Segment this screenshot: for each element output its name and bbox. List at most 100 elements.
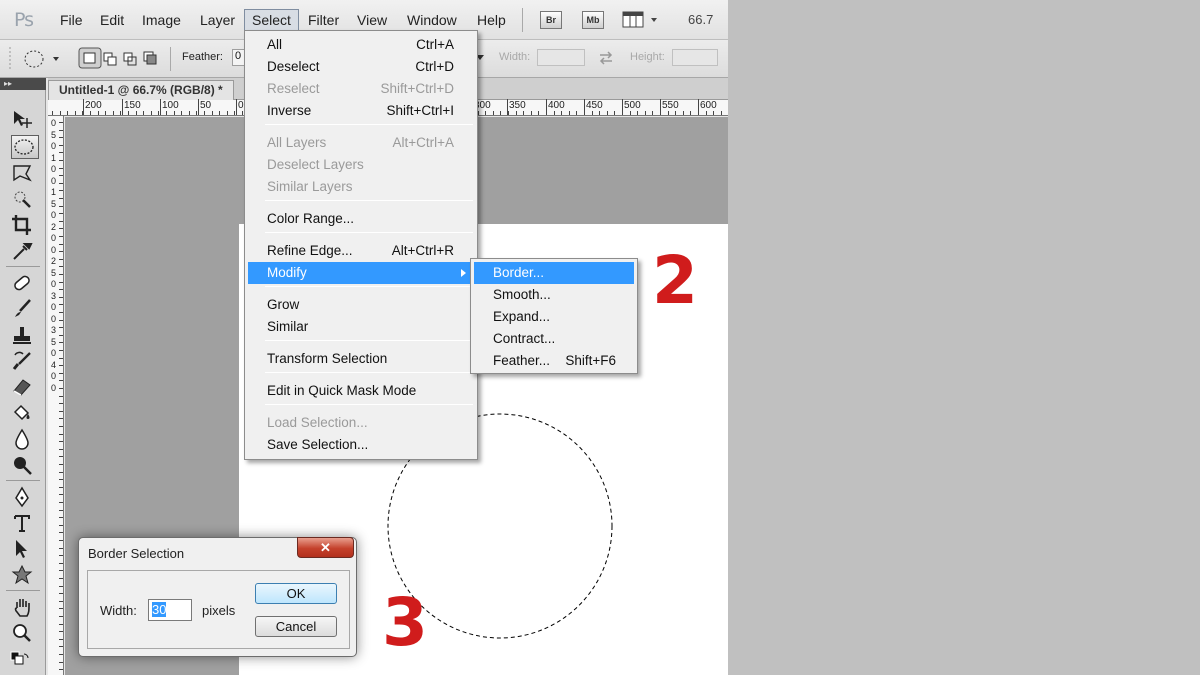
- ruler-label: 0: [51, 244, 57, 255]
- custom-shape-tool-icon[interactable]: [11, 564, 39, 588]
- ruler-minor-tick: [59, 380, 63, 381]
- color-swatches-icon[interactable]: [9, 650, 37, 674]
- menu-item-label: Similar Layers: [267, 179, 353, 194]
- menu-separator: [265, 372, 473, 373]
- brush-tool-icon[interactable]: [11, 298, 39, 322]
- menu-window[interactable]: Window: [407, 12, 457, 28]
- modify-menu-item-contract[interactable]: Contract...: [474, 328, 634, 350]
- arrange-documents-icon[interactable]: [622, 10, 662, 33]
- ruler-label: 0: [51, 302, 57, 312]
- elliptical-marquee-preset-icon[interactable]: [22, 48, 66, 73]
- menu-separator: [265, 340, 473, 341]
- dodge-tool-icon[interactable]: [11, 454, 39, 478]
- zoom-level[interactable]: 66.7: [688, 12, 713, 27]
- ruler-label: 0: [51, 371, 57, 381]
- menu-view[interactable]: View: [357, 12, 387, 28]
- ruler-minor-tick: [59, 130, 63, 131]
- eyedropper-tool-icon[interactable]: [11, 240, 39, 264]
- lasso-tool-icon[interactable]: [11, 162, 39, 186]
- menu-item-label: Feather...: [493, 353, 551, 368]
- move-tool-icon[interactable]: [11, 108, 39, 132]
- ruler-minor-tick: [569, 111, 570, 115]
- select-menu-item-load-selection[interactable]: Load Selection...: [248, 412, 474, 434]
- bridge-button[interactable]: Br: [540, 11, 562, 29]
- clone-stamp-tool-icon[interactable]: [11, 324, 39, 348]
- path-selection-tool-icon[interactable]: [11, 538, 39, 562]
- paint-bucket-tool-icon[interactable]: [11, 402, 39, 426]
- select-menu-item-all-layers[interactable]: All Layers Alt+Ctrl+A: [248, 132, 474, 154]
- select-menu-item-transform-selection[interactable]: Transform Selection: [248, 348, 474, 370]
- selection-mode-icons[interactable]: [78, 46, 162, 75]
- menu-image[interactable]: Image: [142, 12, 181, 28]
- select-menu-item-grow[interactable]: Grow: [248, 294, 474, 316]
- ruler-minor-tick: [538, 111, 539, 115]
- ruler-minor-tick: [59, 358, 63, 359]
- cancel-button[interactable]: Cancel: [255, 616, 337, 637]
- ruler-minor-tick: [706, 111, 707, 115]
- select-menu-item-deselect[interactable]: Deselect Ctrl+D: [248, 56, 474, 78]
- modify-menu-item-smooth[interactable]: Smooth...: [474, 284, 634, 306]
- ruler-minor-tick: [59, 601, 63, 602]
- ruler-minor-tick: [531, 111, 532, 115]
- ruler-minor-tick: [59, 434, 63, 435]
- ruler-minor-tick: [60, 111, 61, 115]
- border-width-input[interactable]: 30: [148, 599, 192, 621]
- select-menu-item-all[interactable]: All Ctrl+A: [248, 34, 474, 56]
- ruler-minor-tick: [59, 662, 63, 663]
- document-tab[interactable]: Untitled-1 @ 66.7% (RGB/8) *: [48, 80, 234, 100]
- ruler-minor-tick: [59, 213, 63, 214]
- ruler-minor-tick: [59, 320, 63, 321]
- modify-menu-item-expand[interactable]: Expand...: [474, 306, 634, 328]
- select-menu-item-deselect-layers[interactable]: Deselect Layers: [248, 154, 474, 176]
- select-menu-item-inverse[interactable]: Inverse Shift+Ctrl+I: [248, 100, 474, 122]
- menu-filter[interactable]: Filter: [308, 12, 339, 28]
- height-input[interactable]: [672, 49, 718, 66]
- menu-file[interactable]: File: [60, 12, 83, 28]
- mini-bridge-button[interactable]: Mb: [582, 11, 604, 29]
- select-menu-item-color-range[interactable]: Color Range...: [248, 208, 474, 230]
- ruler-minor-tick: [59, 350, 63, 351]
- ruler-label: 5: [51, 267, 57, 278]
- ok-button[interactable]: OK: [255, 583, 337, 604]
- width-input[interactable]: [537, 49, 585, 66]
- ruler-minor-tick: [234, 111, 235, 115]
- menu-select[interactable]: Select: [244, 9, 299, 31]
- elliptical-marquee-tool-icon[interactable]: [11, 135, 39, 159]
- blur-tool-icon[interactable]: [11, 428, 39, 452]
- border-width-label: Width:: [100, 603, 137, 618]
- modify-menu-item-border[interactable]: Border...: [474, 262, 634, 284]
- hand-tool-icon[interactable]: [11, 596, 39, 620]
- spot-healing-brush-icon[interactable]: [11, 272, 39, 296]
- select-menu-item-refine-edge[interactable]: Refine Edge... Alt+Ctrl+R: [248, 240, 474, 262]
- tools-panel-header[interactable]: ▸▸: [0, 78, 46, 90]
- select-menu-item-similar[interactable]: Similar: [248, 316, 474, 338]
- select-menu-item-save-selection[interactable]: Save Selection...: [248, 434, 474, 456]
- ruler-left[interactable]: 050100150200250300350400: [48, 116, 64, 675]
- type-tool-icon[interactable]: [11, 512, 39, 536]
- ruler-minor-tick: [128, 111, 129, 115]
- menu-help[interactable]: Help: [477, 12, 506, 28]
- pen-tool-icon[interactable]: [11, 486, 39, 510]
- ruler-label: 0: [51, 382, 57, 393]
- select-menu-item-similar-layers[interactable]: Similar Layers: [248, 176, 474, 198]
- ruler-minor-tick: [59, 494, 63, 495]
- eraser-tool-icon[interactable]: [11, 376, 39, 400]
- ruler-label: 1: [51, 187, 57, 197]
- swap-dimensions-icon[interactable]: [598, 51, 614, 68]
- crop-tool-icon[interactable]: [11, 214, 39, 238]
- tools-divider: [6, 266, 40, 267]
- menu-item-shortcut: Shift+F6: [565, 353, 616, 368]
- menu-layer[interactable]: Layer: [200, 12, 235, 28]
- dialog-close-button[interactable]: ✕: [297, 537, 354, 558]
- ruler-minor-tick: [614, 111, 615, 115]
- modify-menu-item-feather[interactable]: Feather... Shift+F6: [474, 350, 634, 372]
- select-menu-item-reselect[interactable]: Reselect Shift+Ctrl+D: [248, 78, 474, 100]
- ruler-minor-tick: [59, 190, 63, 191]
- history-brush-tool-icon[interactable]: [11, 350, 39, 374]
- select-menu-item-edit-in-quick-mask-mode[interactable]: Edit in Quick Mask Mode: [248, 380, 474, 402]
- quick-selection-tool-icon[interactable]: [11, 188, 39, 212]
- select-menu-item-modify[interactable]: Modify: [248, 262, 474, 284]
- zoom-tool-icon[interactable]: [11, 622, 39, 646]
- menu-edit[interactable]: Edit: [100, 12, 124, 28]
- ruler-minor-tick: [59, 411, 63, 412]
